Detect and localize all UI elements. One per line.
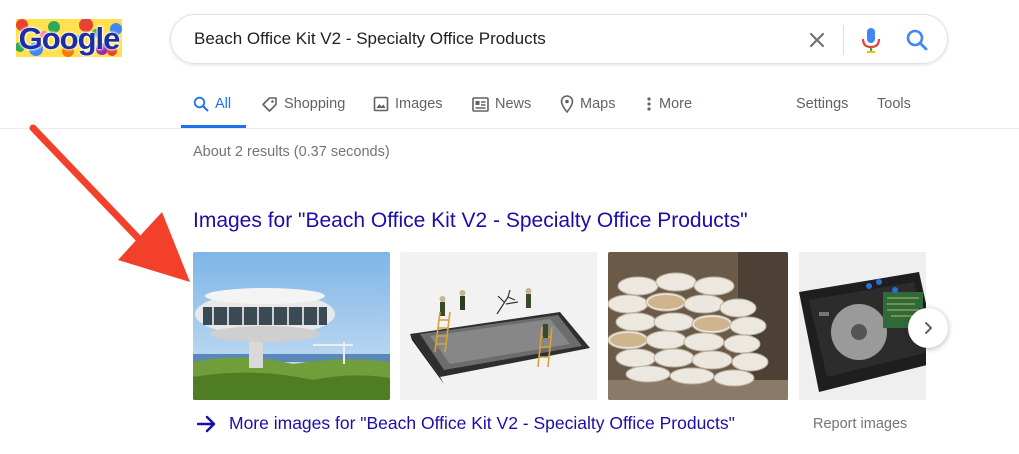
image-carousel — [193, 252, 926, 400]
arrow-right-icon — [197, 415, 216, 432]
settings-label: Settings — [796, 96, 849, 112]
microphone-icon[interactable] — [859, 26, 883, 54]
search-box[interactable]: Beach Office Kit V2 - Specialty Office P… — [170, 14, 948, 64]
more-images-label: More images for "Beach Office Kit V2 - S… — [229, 413, 735, 433]
news-icon — [472, 96, 489, 112]
clear-icon[interactable] — [805, 28, 829, 52]
search-box-divider — [843, 25, 844, 55]
image-thumbnail[interactable] — [400, 252, 597, 400]
tab-news[interactable]: News — [472, 92, 531, 116]
tab-label: Images — [395, 96, 443, 112]
more-vert-icon — [647, 97, 651, 111]
images-heading-link[interactable]: Images for "Beach Office Kit V2 - Specia… — [193, 209, 748, 233]
tab-more[interactable]: More — [645, 92, 692, 116]
search-icon[interactable] — [904, 27, 930, 53]
report-images-link[interactable]: Report images — [813, 416, 907, 432]
annotation-arrow-icon — [29, 124, 190, 282]
tools-label: Tools — [877, 96, 911, 112]
settings-link[interactable]: Settings — [796, 92, 848, 116]
tab-maps[interactable]: Maps — [560, 92, 615, 116]
tab-label: Maps — [580, 96, 616, 112]
image-thumbnail[interactable] — [608, 252, 788, 400]
chevron-right-icon — [925, 322, 932, 334]
image-icon — [373, 96, 389, 112]
image-thumbnail[interactable] — [799, 252, 926, 400]
tab-label: More — [659, 96, 693, 112]
more-images-link[interactable]: More images for "Beach Office Kit V2 - S… — [197, 413, 735, 434]
tag-icon — [262, 96, 277, 112]
tab-label: Shopping — [284, 96, 346, 112]
tab-label: News — [495, 96, 532, 112]
carousel-next-button[interactable] — [908, 308, 948, 348]
tools-link[interactable]: Tools — [877, 92, 911, 116]
map-pin-icon — [560, 95, 574, 113]
tab-images[interactable]: Images — [373, 92, 443, 116]
tab-shopping[interactable]: Shopping — [261, 92, 345, 116]
